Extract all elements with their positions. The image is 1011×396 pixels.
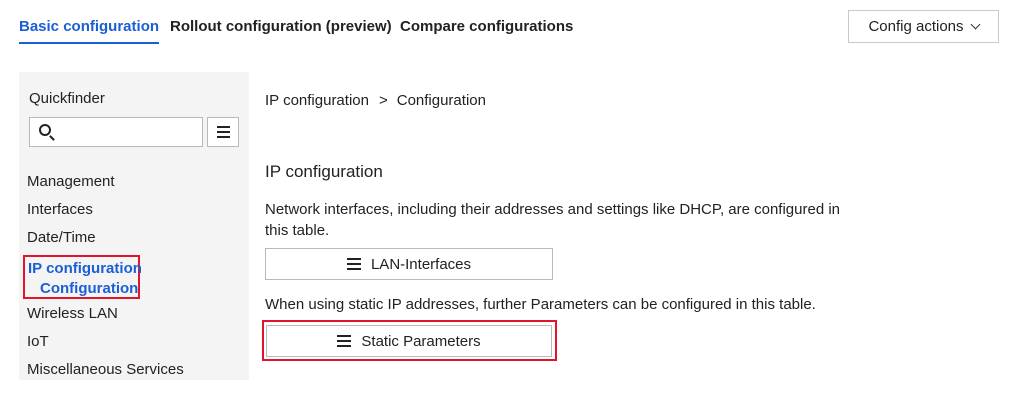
section-title: IP configuration bbox=[265, 162, 383, 181]
static-parameters-label: Static Parameters bbox=[361, 332, 481, 350]
sidebar-subitem-configuration[interactable]: Configuration bbox=[28, 279, 138, 299]
tab-basic-configuration[interactable]: Basic configuration bbox=[19, 18, 160, 44]
sidebar-item-ip-configuration[interactable]: IP configuration Configuration bbox=[23, 255, 142, 299]
breadcrumb: IP configuration > Configuration bbox=[265, 92, 486, 109]
static-parameters-button[interactable]: Static Parameters bbox=[266, 325, 552, 357]
highlight-frame: Static Parameters bbox=[262, 320, 557, 361]
quickfinder-search-input[interactable] bbox=[29, 117, 203, 147]
lan-interfaces-label: LAN-Interfaces bbox=[370, 255, 472, 273]
sidebar-item-iot[interactable]: IoT bbox=[27, 333, 49, 350]
sidebar-item-label: IP configuration bbox=[28, 260, 142, 277]
sidebar-item-interfaces[interactable]: Interfaces bbox=[27, 201, 93, 218]
table-icon bbox=[346, 258, 361, 270]
sidebar-item-miscellaneous-services[interactable]: Miscellaneous Services bbox=[27, 361, 184, 378]
static-parameters-description: When using static IP addresses, further … bbox=[265, 296, 816, 313]
tab-rollout-configuration[interactable]: Rollout configuration (preview) bbox=[170, 18, 392, 35]
lan-interfaces-description: Network interfaces, including their addr… bbox=[265, 201, 841, 239]
config-actions-label: Config actions bbox=[868, 18, 964, 35]
sidebar-item-management[interactable]: Management bbox=[27, 173, 115, 190]
hamburger-menu-icon bbox=[216, 126, 230, 128]
tab-compare-configurations[interactable]: Compare configurations bbox=[400, 18, 573, 35]
lan-interfaces-button[interactable]: LAN-Interfaces bbox=[265, 248, 553, 280]
quickfinder-sidebar: Quickfinder Management Interfaces Date/T… bbox=[19, 72, 249, 380]
breadcrumb-item: Configuration bbox=[396, 92, 486, 109]
breadcrumb-separator: > bbox=[378, 92, 388, 109]
config-actions-button[interactable]: Config actions bbox=[848, 10, 999, 43]
quickfinder-menu-button[interactable] bbox=[207, 117, 239, 147]
sidebar-item-date-time[interactable]: Date/Time bbox=[27, 229, 96, 246]
search-icon bbox=[39, 124, 51, 136]
sidebar-item-wireless-lan[interactable]: Wireless LAN bbox=[27, 305, 118, 322]
quickfinder-title: Quickfinder bbox=[29, 90, 105, 107]
table-icon bbox=[337, 335, 352, 347]
chevron-down-icon bbox=[970, 19, 980, 30]
breadcrumb-item[interactable]: IP configuration bbox=[265, 92, 369, 109]
